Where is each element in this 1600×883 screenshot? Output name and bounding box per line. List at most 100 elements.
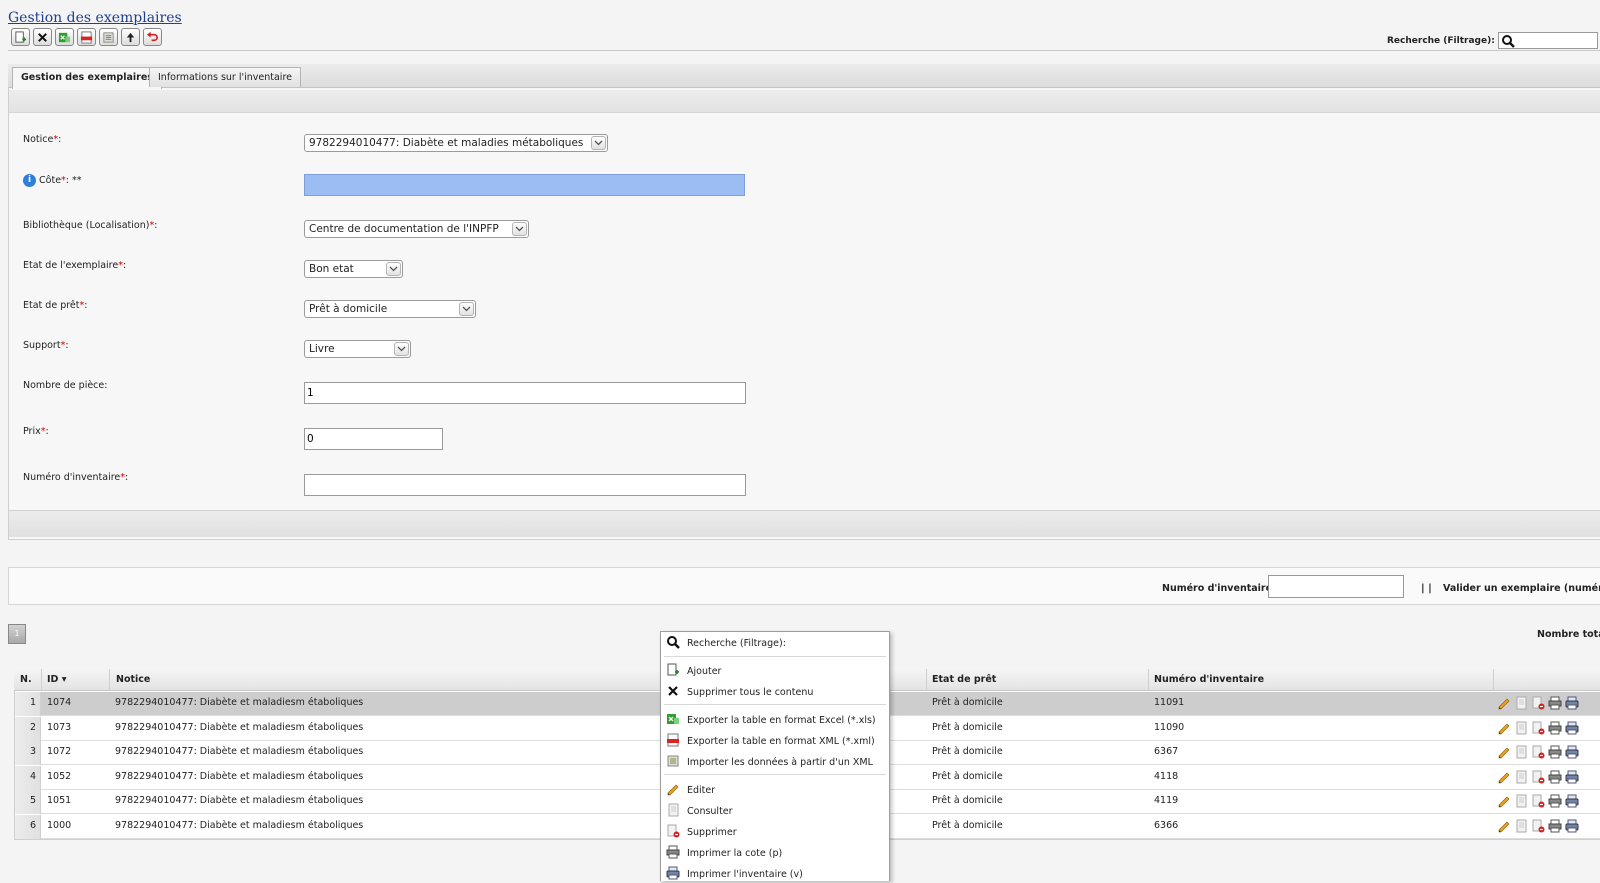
menu-item-exporter-la-table-en-format-excel-xls[interactable]: Exporter la table en format Excel (*.xls…: [666, 711, 876, 729]
xml-import-icon: [666, 754, 680, 771]
print-inventory-button[interactable]: [1565, 696, 1579, 713]
add-button[interactable]: [11, 28, 30, 46]
delete-button[interactable]: [1531, 745, 1545, 762]
edit-button[interactable]: [1497, 721, 1511, 738]
notice-select[interactable]: 9782294010477: Diabète et maladies métab…: [304, 134, 608, 152]
view-button[interactable]: [1514, 696, 1528, 713]
cell-id: 1074: [47, 697, 72, 708]
menu-item-label: Supprimer tous le contenu: [687, 686, 814, 698]
edit-button[interactable]: [1497, 794, 1511, 811]
menu-item-label: Supprimer: [687, 826, 737, 838]
print-inventory-icon: [1565, 721, 1579, 738]
view-button[interactable]: [1514, 721, 1528, 738]
row-actions: [1497, 745, 1579, 762]
menu-item-imprimer-la-cote-p[interactable]: Imprimer la cote (p): [666, 844, 782, 862]
info-icon[interactable]: i: [23, 174, 36, 187]
delete-all-button[interactable]: [33, 28, 52, 46]
edit-button[interactable]: [1497, 770, 1511, 787]
menu-item-ajouter[interactable]: Ajouter: [666, 662, 721, 680]
delete-button[interactable]: [1531, 721, 1545, 738]
menu-item-supprimer[interactable]: Supprimer: [666, 823, 737, 841]
print-cote-icon: [1548, 745, 1562, 762]
nombre-piece-input[interactable]: [304, 382, 746, 404]
print-inventory-button[interactable]: [1565, 794, 1579, 811]
view-button[interactable]: [1514, 819, 1528, 836]
header-divider: [1493, 669, 1494, 691]
chevron-down-icon: [459, 302, 474, 316]
menu-item-editer[interactable]: Editer: [666, 781, 715, 799]
print-cote-icon: [1548, 819, 1562, 836]
sort-desc-icon: ▾: [61, 674, 67, 685]
view-button[interactable]: [1514, 745, 1528, 762]
cell-etat-pret: Prêt à domicile: [932, 746, 1003, 757]
header-numero-inventaire[interactable]: Numéro d'inventaire: [1154, 674, 1264, 685]
validate-exemplaire-link[interactable]: Valider un exemplaire (numéro: [1443, 583, 1600, 594]
row-actions: [1497, 794, 1579, 811]
print-inventory-button[interactable]: [1565, 770, 1579, 787]
delete-row-icon: [666, 824, 680, 841]
menu-item-recherche-filtrage[interactable]: Recherche (Filtrage):: [666, 634, 786, 652]
nombre-piece-label: Nombre de pièce:: [23, 380, 108, 391]
menu-item-exporter-la-table-en-format-xml-xml[interactable]: Exporter la table en format XML (*.xml): [666, 732, 875, 750]
header-id[interactable]: ID ▾: [47, 674, 67, 685]
menu-item-consulter[interactable]: Consulter: [666, 802, 733, 820]
menu-item-supprimer-tous-le-contenu[interactable]: Supprimer tous le contenu: [666, 683, 813, 701]
etat-pret-select[interactable]: Prêt à domicile: [304, 300, 476, 318]
delete-row-icon: [1531, 819, 1545, 836]
page-button[interactable]: 1: [8, 624, 26, 644]
edit-button[interactable]: [1497, 819, 1511, 836]
support-select[interactable]: Livre: [304, 340, 411, 358]
export-excel-button[interactable]: [55, 28, 74, 46]
view-button[interactable]: [1514, 794, 1528, 811]
cell-id: 1052: [47, 771, 72, 782]
xml-import-icon: [103, 31, 114, 43]
search-input[interactable]: [1497, 32, 1598, 49]
undo-button[interactable]: [143, 28, 162, 46]
prix-input[interactable]: [304, 428, 443, 450]
view-icon: [1514, 794, 1528, 811]
menu-item-label: Consulter: [687, 805, 733, 817]
inventory-separator: | |: [1421, 583, 1432, 594]
delete-button[interactable]: [1531, 696, 1545, 713]
print-cote-button[interactable]: [1548, 819, 1562, 836]
export-xml-button[interactable]: [77, 28, 96, 46]
delete-button[interactable]: [1531, 770, 1545, 787]
print-cote-button[interactable]: [1548, 794, 1562, 811]
print-inventory-icon: [1565, 696, 1579, 713]
print-cote-button[interactable]: [1548, 745, 1562, 762]
print-cote-button[interactable]: [1548, 770, 1562, 787]
tab-gestion-exemplaires[interactable]: Gestion des exemplaires: [12, 67, 162, 89]
header-etat-pret[interactable]: Etat de prêt: [932, 674, 996, 685]
delete-button[interactable]: [1531, 819, 1545, 836]
menu-item-label: Recherche (Filtrage):: [687, 637, 786, 649]
form-panel: [8, 64, 1600, 540]
import-xml-button[interactable]: [99, 28, 118, 46]
numero-inventaire-input[interactable]: [304, 474, 746, 496]
etat-exemplaire-select[interactable]: Bon etat: [304, 260, 403, 278]
cote-input[interactable]: [304, 174, 745, 196]
header-n[interactable]: N.: [20, 674, 32, 685]
bibliotheque-select[interactable]: Centre de documentation de l'INPFP: [304, 220, 529, 238]
print-cote-button[interactable]: [1548, 696, 1562, 713]
edit-button[interactable]: [1497, 745, 1511, 762]
print-inventory-button[interactable]: [1565, 819, 1579, 836]
menu-item-importer-les-donnees-a-partir-d-un-xml[interactable]: Importer les données à partir d'un XML: [666, 753, 873, 771]
tab-informations-inventaire[interactable]: Informations sur l'inventaire: [149, 67, 301, 87]
edit-button[interactable]: [1497, 696, 1511, 713]
print-inventory-button[interactable]: [1565, 721, 1579, 738]
delete-icon: [666, 684, 680, 701]
cell-numero-inventaire: 11091: [1154, 697, 1185, 708]
menu-item-imprimer-l-inventaire-v[interactable]: Imprimer l'inventaire (v): [666, 865, 803, 883]
print-inventory-button[interactable]: [1565, 745, 1579, 762]
delete-button[interactable]: [1531, 794, 1545, 811]
page-title[interactable]: Gestion des exemplaires: [8, 10, 182, 26]
header-divider: [109, 669, 110, 691]
move-up-button[interactable]: [121, 28, 140, 46]
menu-item-label: Exporter la table en format XML (*.xml): [687, 735, 875, 747]
print-cote-button[interactable]: [1548, 721, 1562, 738]
view-button[interactable]: [1514, 770, 1528, 787]
edit-icon: [1497, 698, 1511, 713]
header-notice[interactable]: Notice: [116, 674, 150, 685]
cell-id: 1000: [47, 820, 72, 831]
inventory-number-input[interactable]: [1268, 575, 1404, 598]
